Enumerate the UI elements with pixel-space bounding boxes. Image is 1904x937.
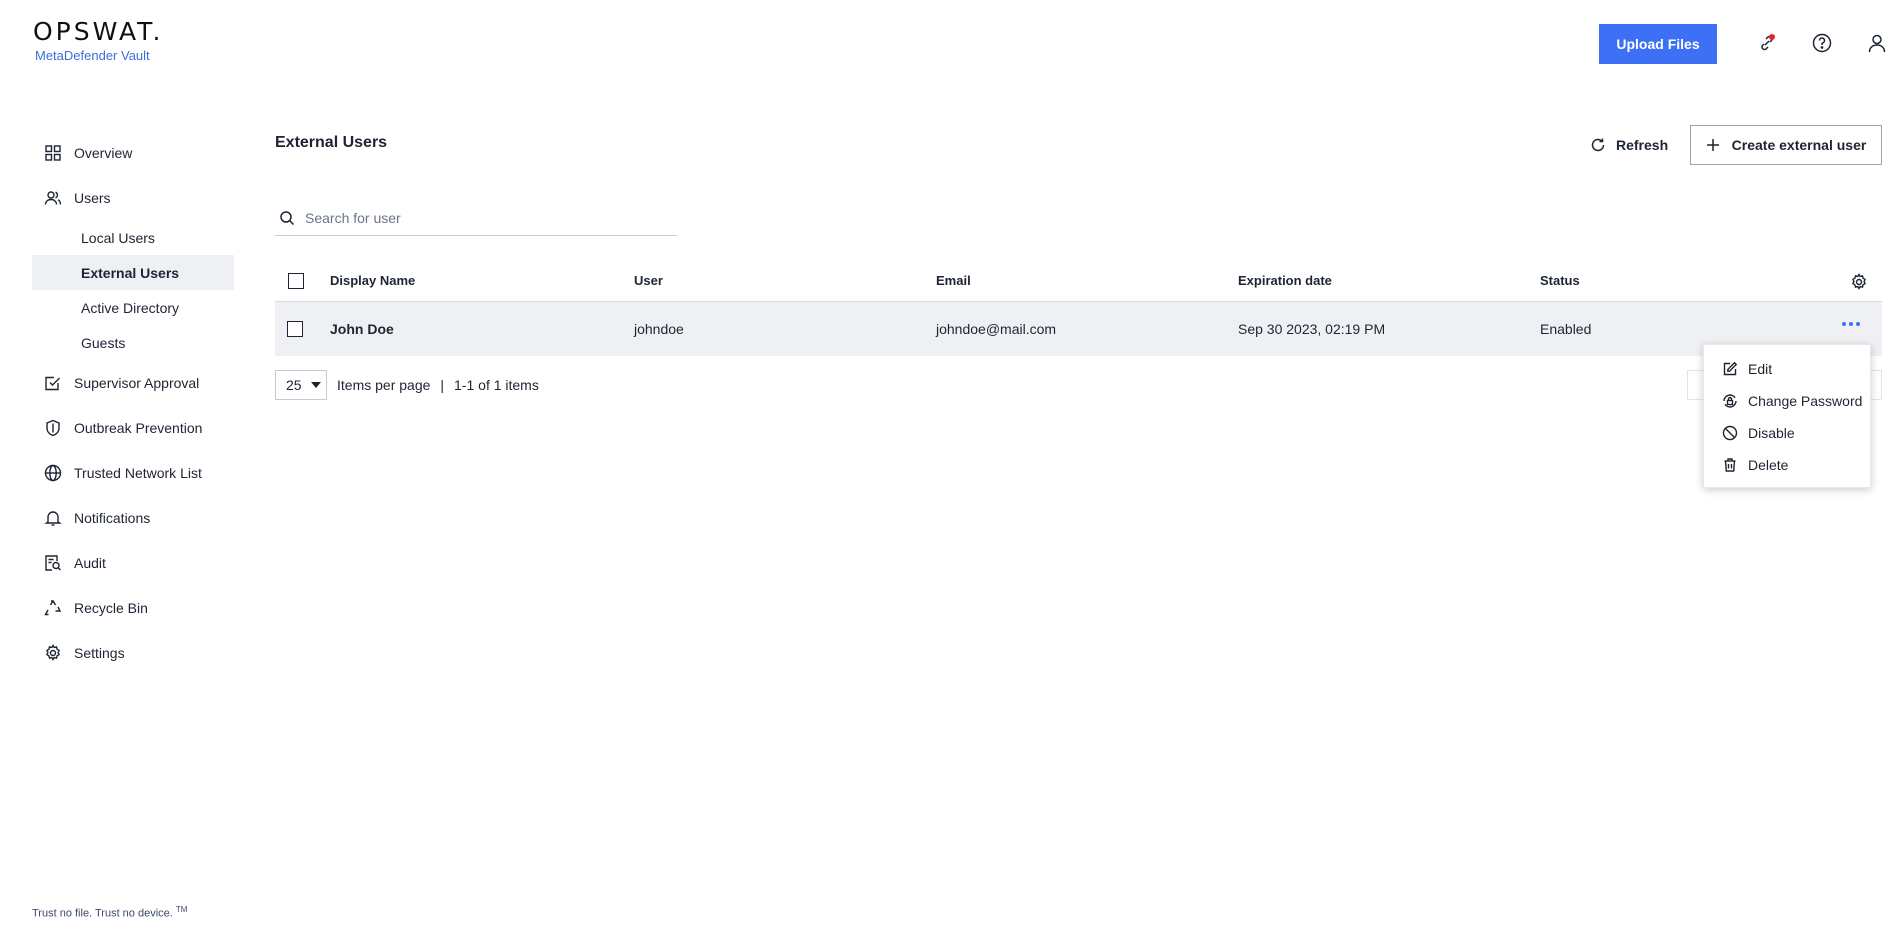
trash-icon xyxy=(1724,458,1736,472)
sidebar-subitem-active-directory[interactable]: Active Directory xyxy=(32,290,234,325)
items-per-page-select[interactable]: 25 xyxy=(275,370,327,400)
sidebar-item-label: Trusted Network List xyxy=(74,464,202,481)
column-user[interactable]: User xyxy=(634,273,663,288)
sidebar-item-label: Outbreak Prevention xyxy=(74,419,203,436)
help-icon[interactable] xyxy=(1811,32,1833,54)
create-label: Create external user xyxy=(1731,137,1867,153)
items-range: 1-1 of 1 items xyxy=(454,377,539,393)
audit-icon xyxy=(44,554,62,572)
menu-item-delete[interactable]: Delete xyxy=(1704,449,1870,481)
menu-item-label: Change Password xyxy=(1748,393,1863,409)
shield-icon xyxy=(44,419,62,437)
sidebar-item-recycle-bin[interactable]: Recycle Bin xyxy=(32,585,234,630)
sidebar-subitem-guests[interactable]: Guests xyxy=(32,325,234,360)
cell-display-name: John Doe xyxy=(330,321,394,337)
refresh-icon xyxy=(1591,138,1605,152)
globe-icon xyxy=(44,464,62,482)
select-all-checkbox[interactable] xyxy=(288,273,304,289)
per-page-value: 25 xyxy=(286,377,302,393)
bell-icon xyxy=(44,509,62,527)
column-status[interactable]: Status xyxy=(1540,273,1580,288)
gear-icon xyxy=(44,643,62,662)
menu-item-edit[interactable]: Edit xyxy=(1704,353,1870,385)
approval-check-icon xyxy=(44,374,62,392)
sidebar: Overview Users Local Users External User… xyxy=(32,130,234,675)
column-display-name[interactable]: Display Name xyxy=(330,273,415,288)
sidebar-item-label: Audit xyxy=(74,554,106,571)
grid-icon xyxy=(44,144,62,162)
row-checkbox[interactable] xyxy=(287,321,303,337)
link-notification-icon[interactable] xyxy=(1756,32,1778,54)
brand-name: OPSWAT. xyxy=(33,17,164,46)
pagination: 25 Items per page | 1-1 of 1 items xyxy=(275,370,539,400)
column-email[interactable]: Email xyxy=(936,273,971,288)
sidebar-item-label: Overview xyxy=(74,144,133,161)
table-row[interactable]: John Doe johndoe johndoe@mail.com Sep 30… xyxy=(275,302,1882,356)
change-password-icon xyxy=(1723,394,1737,408)
items-per-page-label: Items per page xyxy=(337,377,431,393)
menu-item-change-password[interactable]: Change Password xyxy=(1704,385,1870,417)
cell-user: johndoe xyxy=(634,321,684,337)
column-expiration-date[interactable]: Expiration date xyxy=(1238,273,1332,288)
column-settings-icon[interactable] xyxy=(1850,273,1868,291)
sidebar-item-settings[interactable]: Settings xyxy=(32,630,234,675)
sidebar-item-overview[interactable]: Overview xyxy=(32,130,234,175)
product-name: MetaDefender Vault xyxy=(35,48,150,63)
menu-item-disable[interactable]: Disable xyxy=(1704,417,1870,449)
cell-expiration-date: Sep 30 2023, 02:19 PM xyxy=(1238,321,1386,337)
tagline-text: Trust no file. Trust no device. xyxy=(32,907,173,920)
create-external-user-button[interactable]: Create external user xyxy=(1690,125,1882,165)
search-box xyxy=(275,200,677,236)
logo[interactable]: OPSWAT. MetaDefender Vault xyxy=(33,17,164,64)
menu-item-label: Disable xyxy=(1748,425,1795,441)
menu-item-label: Delete xyxy=(1748,457,1789,473)
sidebar-item-trusted-network-list[interactable]: Trusted Network List xyxy=(32,450,234,495)
trademark: TM xyxy=(175,905,188,914)
sidebar-item-label: Recycle Bin xyxy=(74,599,148,616)
sidebar-item-label: Settings xyxy=(74,644,125,661)
table-header: Display Name User Email Expiration date … xyxy=(275,260,1882,302)
cell-email: johndoe@mail.com xyxy=(936,321,1057,337)
users-submenu: Local Users External Users Active Direct… xyxy=(32,220,234,360)
upload-files-button[interactable]: Upload Files xyxy=(1599,24,1717,64)
users-icon xyxy=(44,189,62,207)
edit-icon xyxy=(1723,361,1738,376)
menu-item-label: Edit xyxy=(1748,361,1773,377)
tagline: Trust no file. Trust no device. TM xyxy=(32,905,187,920)
cell-status: Enabled xyxy=(1540,321,1592,337)
sidebar-item-outbreak-prevention[interactable]: Outbreak Prevention xyxy=(32,405,234,450)
refresh-button[interactable]: Refresh xyxy=(1590,128,1668,162)
disable-icon xyxy=(1722,425,1738,441)
user-profile-icon[interactable] xyxy=(1866,32,1888,54)
search-icon xyxy=(280,210,295,225)
pager-separator: | xyxy=(440,377,445,393)
sidebar-item-label: Users xyxy=(74,189,111,206)
sidebar-subitem-local-users[interactable]: Local Users xyxy=(32,220,234,255)
users-table: Display Name User Email Expiration date … xyxy=(275,260,1882,356)
sidebar-item-supervisor-approval[interactable]: Supervisor Approval xyxy=(32,360,234,405)
more-actions-icon[interactable] xyxy=(1842,322,1860,326)
recycle-icon xyxy=(44,599,62,617)
sidebar-item-label: Supervisor Approval xyxy=(74,374,200,391)
sidebar-item-notifications[interactable]: Notifications xyxy=(32,495,234,540)
sidebar-item-users[interactable]: Users xyxy=(32,175,234,220)
sidebar-subitem-external-users[interactable]: External Users xyxy=(32,255,234,290)
row-actions-menu: Edit Change Password Disable Delete xyxy=(1703,344,1871,488)
caret-down-icon xyxy=(310,382,321,388)
plus-icon xyxy=(1706,139,1719,151)
page-title: External Users xyxy=(275,134,388,151)
sidebar-item-audit[interactable]: Audit xyxy=(32,540,234,585)
refresh-label: Refresh xyxy=(1616,137,1669,153)
search-input[interactable] xyxy=(305,209,665,226)
sidebar-item-label: Notifications xyxy=(74,509,151,526)
